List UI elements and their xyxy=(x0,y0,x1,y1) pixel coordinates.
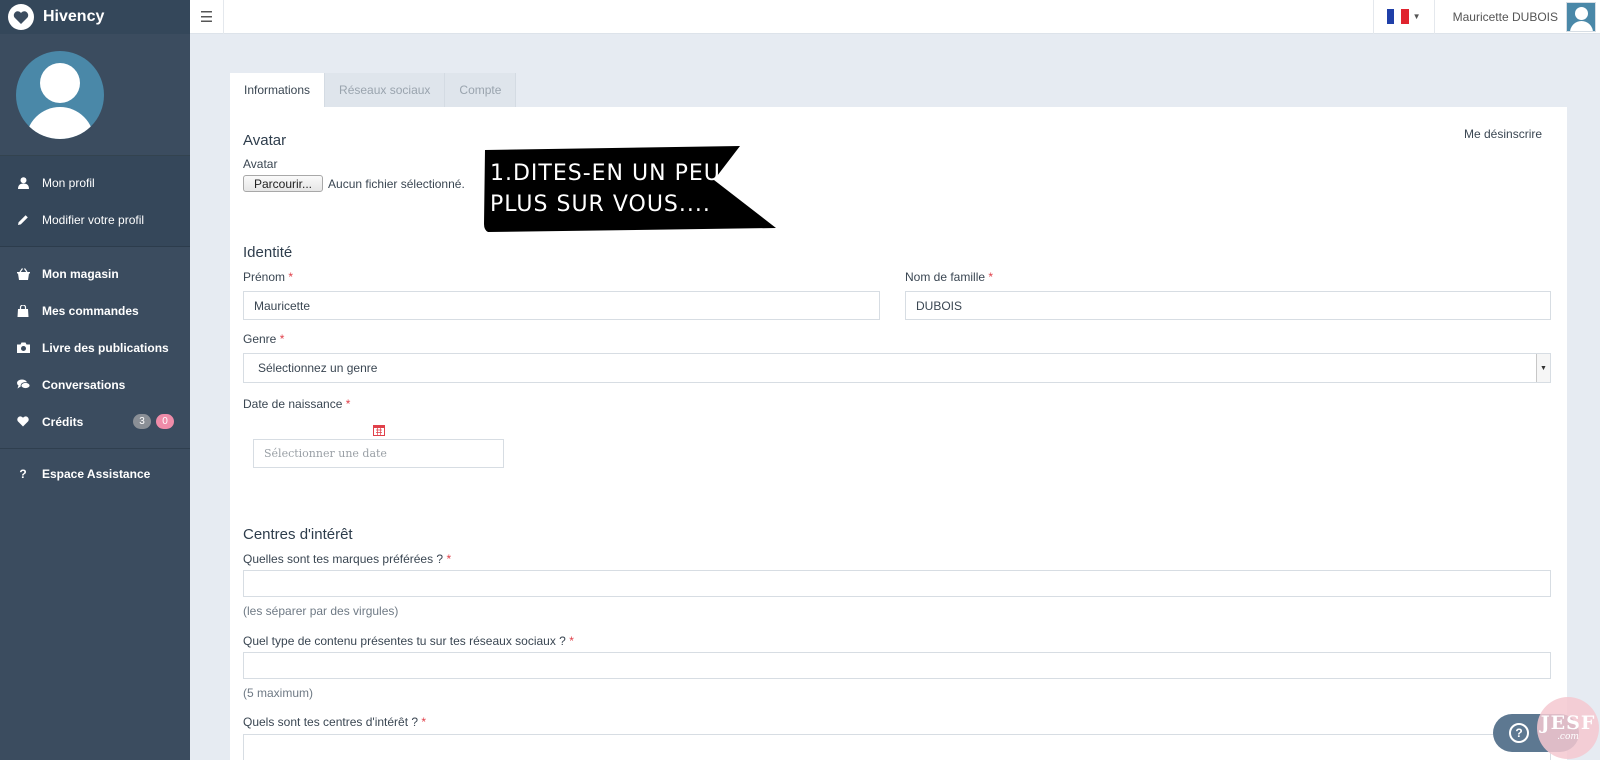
annotation-banner: 1.Dites-en un peu plus sur vous.... xyxy=(482,146,776,232)
camera-icon xyxy=(16,342,30,353)
interests-field[interactable] xyxy=(243,734,1551,760)
first-name-field[interactable]: Mauricette xyxy=(243,291,880,320)
credits-badge-pink: 0 xyxy=(156,414,174,429)
sidebar-item-label: Modifier votre profil xyxy=(42,212,145,227)
avatar[interactable] xyxy=(16,50,104,139)
interests-label: Quels sont tes centres d'intérêt ? * xyxy=(243,715,427,729)
sidebar-item-label: Mon magasin xyxy=(42,266,119,281)
credits-badge-gray: 3 xyxy=(133,414,151,429)
tab-reseaux-sociaux[interactable]: Réseaux sociaux xyxy=(325,73,446,107)
sidebar-item-label: Conversations xyxy=(42,377,126,392)
gender-label: Genre * xyxy=(243,332,285,346)
avatar-field-label: Avatar xyxy=(243,157,278,171)
sidebar-item-espace-assistance[interactable]: ? Espace Assistance xyxy=(0,455,190,492)
brands-hint: (les séparer par des virgules) xyxy=(243,604,399,618)
profile-tabs: Informations Réseaux sociaux Compte xyxy=(230,73,517,107)
main-nav: Mon magasin Mes commandes Livre des publ… xyxy=(0,247,190,448)
birthdate-field[interactable]: Sélectionner une date xyxy=(253,439,504,468)
sidebar: Hivency Mon profil Modifier votre profil… xyxy=(0,0,190,760)
avatar-file-input: Parcourir... Aucun fichier sélectionné. xyxy=(243,175,465,192)
sidebar-item-label: Espace Assistance xyxy=(42,466,151,481)
watermark-logo: JESF .com xyxy=(1537,697,1599,759)
sidebar-item-mon-profil[interactable]: Mon profil xyxy=(0,164,190,201)
french-flag-icon xyxy=(1386,9,1409,24)
brand[interactable]: Hivency xyxy=(0,0,190,34)
heart-icon xyxy=(8,4,34,30)
birthdate-label: Date de naissance * xyxy=(243,397,351,411)
profile-avatar-zone xyxy=(0,34,190,156)
first-name-label: Prénom * xyxy=(243,270,294,284)
sidebar-item-conversations[interactable]: Conversations xyxy=(0,366,190,403)
brands-label: Quelles sont tes marques préférées ? * xyxy=(243,552,452,566)
sidebar-item-mes-commandes[interactable]: Mes commandes xyxy=(0,292,190,329)
avatar-section-title: Avatar xyxy=(243,132,287,149)
question-icon: ? xyxy=(1509,723,1529,743)
tab-informations[interactable]: Informations xyxy=(230,73,326,107)
identity-section-title: Identité xyxy=(243,244,293,261)
sidebar-item-label: Mes commandes xyxy=(42,303,139,318)
gender-select-value: Sélectionnez un genre xyxy=(258,361,378,375)
content-type-field[interactable] xyxy=(243,652,1551,679)
unsubscribe-link[interactable]: Me désinscrire xyxy=(1464,127,1542,141)
sidebar-item-modifier-profil[interactable]: Modifier votre profil xyxy=(0,201,190,238)
sidebar-item-mon-magasin[interactable]: Mon magasin xyxy=(0,255,190,292)
profile-form-card: Me désinscrire Avatar Avatar Parcourir..… xyxy=(230,107,1567,760)
user-avatar[interactable] xyxy=(1566,1,1596,32)
banner-text: 1.Dites-en un peu plus sur vous.... xyxy=(490,161,721,217)
user-icon xyxy=(16,176,30,189)
sidebar-item-label: Crédits xyxy=(42,414,84,429)
brands-field[interactable] xyxy=(243,570,1551,597)
profile-nav: Mon profil Modifier votre profil xyxy=(0,156,190,247)
help-nav: ? Espace Assistance xyxy=(0,448,190,492)
heart-icon xyxy=(16,416,30,427)
last-name-label: Nom de famille * xyxy=(905,270,994,284)
file-status: Aucun fichier sélectionné. xyxy=(328,176,465,191)
hamburger-icon[interactable]: ☰ xyxy=(190,0,224,34)
gender-select[interactable]: Sélectionnez un genre ▼ xyxy=(243,353,1551,383)
last-name-field[interactable]: DUBOIS xyxy=(905,291,1551,320)
calendar-icon[interactable] xyxy=(373,424,385,439)
sidebar-item-label: Mon profil xyxy=(42,175,95,190)
question-icon: ? xyxy=(19,466,27,481)
language-selector[interactable]: ▼ xyxy=(1372,0,1435,34)
brand-name: Hivency xyxy=(43,8,105,25)
pencil-icon xyxy=(16,214,30,226)
comments-icon xyxy=(16,379,30,390)
content-type-label: Quel type de contenu présentes tu sur te… xyxy=(243,634,574,648)
chevron-down-icon: ▼ xyxy=(1536,354,1550,382)
tab-compte[interactable]: Compte xyxy=(445,73,517,107)
watermark-line1: JESF xyxy=(1540,712,1596,734)
sidebar-item-livre-publications[interactable]: Livre des publications xyxy=(0,329,190,366)
browse-button[interactable]: Parcourir... xyxy=(243,175,324,192)
basket-icon xyxy=(16,267,30,280)
watermark-line2: .com xyxy=(1557,732,1579,742)
interests-section-title: Centres d'intérêt xyxy=(243,526,353,543)
content-type-hint: (5 maximum) xyxy=(243,686,314,700)
sidebar-item-credits[interactable]: Crédits 3 0 xyxy=(0,403,190,440)
shopping-bag-icon xyxy=(16,304,30,317)
topbar: ☰ ▼ Mauricette DUBOIS xyxy=(190,0,1600,34)
user-name[interactable]: Mauricette DUBOIS xyxy=(1435,10,1566,24)
sidebar-item-label: Livre des publications xyxy=(42,340,169,355)
chevron-down-icon: ▼ xyxy=(1412,12,1421,21)
